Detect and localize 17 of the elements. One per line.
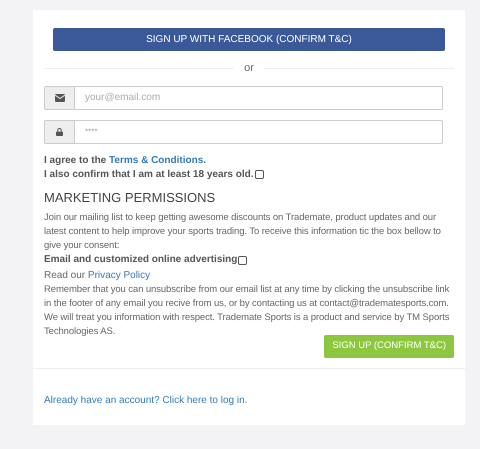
password-field[interactable]: **** xyxy=(75,120,443,144)
marketing-intro: Join our mailing list to keep getting awesome discounts on Trademate, product updates and our latest content to help improve your sports trading. To receive this information tic the box bellow to give your consent: xyxy=(44,211,442,253)
facebook-signup-button[interactable]: SIGN UP WITH FACEBOOK (CONFIRM T&C) xyxy=(53,28,445,51)
checkbox[interactable] xyxy=(254,170,264,179)
terms-text: I agree to the Terms & Conditions. xyxy=(44,154,206,166)
age-confirm-label: I also confirm that I am at least 18 years old. xyxy=(44,168,254,182)
envelope-icon xyxy=(54,94,64,102)
email-field[interactable]: your@email.com xyxy=(75,86,443,110)
privacy-text: Read our Privacy Policy xyxy=(44,270,150,281)
consent-label: Email and customized online advertising xyxy=(44,253,238,267)
divider-text: or xyxy=(243,61,255,76)
login-link[interactable]: Already have an account? Click here to log in. xyxy=(44,395,248,406)
checkbox[interactable] xyxy=(238,256,248,264)
lock-icon xyxy=(56,128,63,136)
terms-link[interactable]: Terms & Conditions. xyxy=(109,154,206,166)
marketing-heading: MARKETING PERMISSIONS xyxy=(44,188,216,206)
privacy-link[interactable]: Privacy Policy xyxy=(88,270,150,281)
